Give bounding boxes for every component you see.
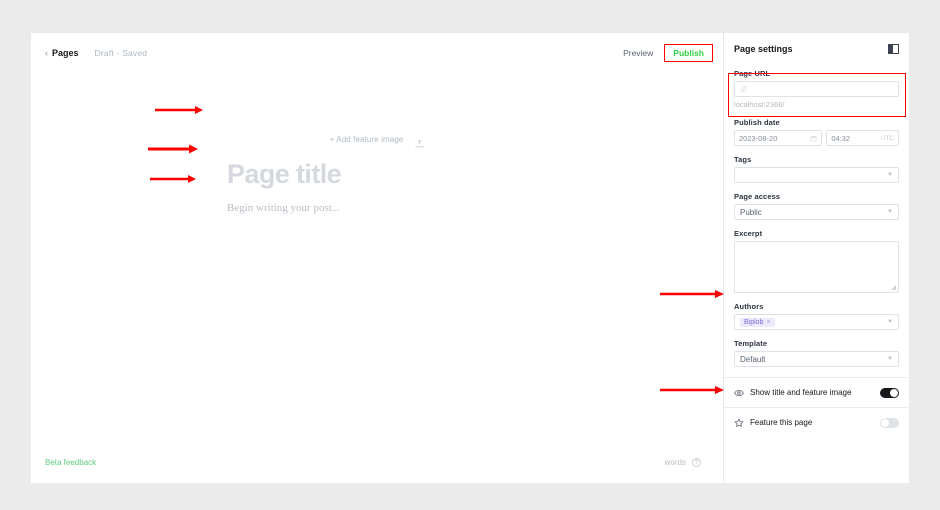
remove-x-icon[interactable]: × — [766, 319, 770, 326]
preview-button[interactable]: Preview — [618, 45, 658, 61]
page-title-input[interactable]: Page title — [227, 161, 342, 188]
editor-pane: ‹ Pages Draft - Saved Preview Publish + … — [31, 33, 723, 483]
publish-time-input[interactable]: 04:32 UTC — [826, 130, 899, 146]
publish-date-value: 2023-08-20 — [739, 133, 778, 143]
app-window: ‹ Pages Draft - Saved Preview Publish + … — [31, 33, 909, 483]
eye-icon — [734, 388, 744, 398]
feature-page-toggle-row[interactable]: Feature this page — [724, 407, 909, 437]
feature-page-toggle-switch[interactable] — [880, 417, 899, 428]
publish-date-input[interactable]: 2023-08-20 — [734, 130, 823, 146]
editor-topbar: ‹ Pages Draft - Saved Preview Publish — [31, 33, 723, 73]
excerpt-section: Excerpt ◢ — [724, 220, 909, 293]
page-access-select[interactable]: Public ▼ — [734, 204, 899, 220]
sidebar-panel-icon[interactable] — [888, 43, 899, 54]
feature-image-row[interactable]: + Add feature image — [31, 135, 723, 148]
link-icon — [740, 85, 748, 93]
publish-date-row: 2023-08-20 04:32 UTC — [734, 130, 899, 146]
excerpt-textarea[interactable]: ◢ — [734, 241, 899, 293]
tags-select[interactable]: ▼ — [734, 167, 899, 183]
page-url-label: Page URL — [734, 69, 771, 78]
page-access-label: Page access — [734, 192, 781, 201]
calendar-icon[interactable] — [810, 135, 817, 142]
tags-section: Tags ▼ — [724, 146, 909, 183]
page-access-section: Page access Public ▼ — [724, 183, 909, 220]
chevron-down-icon: ▼ — [887, 356, 893, 362]
sidebar-header: Page settings — [724, 33, 909, 64]
add-feature-image-label[interactable]: + Add feature image — [330, 135, 404, 144]
chevron-down-icon: ▼ — [887, 172, 893, 178]
timezone-label: UTC — [880, 134, 894, 142]
word-count: words ? — [665, 458, 701, 467]
author-chip-name: Biplob — [744, 318, 764, 326]
post-body-input[interactable]: Begin writing your post... — [227, 202, 341, 214]
chevron-down-icon: ▼ — [887, 319, 893, 325]
editor-footer: Beta feedback words ? — [31, 449, 723, 483]
star-icon — [734, 417, 744, 428]
word-count-label: words — [664, 458, 686, 467]
show-title-toggle-label: Show title and feature image — [750, 388, 852, 397]
template-label: Template — [734, 339, 768, 348]
page-url-section: Page URL localhost:2368/ — [724, 64, 909, 109]
draft-status-label: Draft - Saved — [94, 48, 148, 58]
page-url-hint: localhost:2368/ — [734, 100, 785, 109]
feature-page-toggle-label: Feature this page — [750, 418, 813, 427]
upload-image-icon[interactable] — [415, 135, 424, 148]
publish-date-section: Publish date 2023-08-20 04:32 UTC — [724, 109, 909, 146]
template-section: Template Default ▼ — [724, 330, 909, 367]
switch-knob — [890, 388, 898, 397]
authors-label: Authors — [734, 302, 764, 311]
sidebar-title: Page settings — [734, 43, 793, 54]
page-url-input[interactable] — [734, 81, 899, 97]
template-select[interactable]: Default ▼ — [734, 351, 899, 367]
switch-knob — [881, 418, 889, 427]
page-settings-sidebar: Page settings Page URL localhost:2368/ P… — [723, 33, 909, 483]
show-title-toggle-switch[interactable] — [880, 387, 899, 398]
chevron-down-icon: ▼ — [887, 209, 893, 215]
excerpt-label: Excerpt — [734, 229, 763, 238]
authors-section: Authors Biplob × ▼ — [724, 293, 909, 330]
author-chip[interactable]: Biplob × — [740, 317, 775, 327]
publish-date-label: Publish date — [734, 118, 780, 127]
publish-button[interactable]: Publish — [668, 46, 709, 60]
tags-label: Tags — [734, 155, 752, 164]
show-title-toggle-row[interactable]: Show title and feature image — [724, 377, 909, 407]
page-access-value: Public — [740, 207, 762, 217]
question-mark-icon[interactable]: ? — [692, 458, 701, 467]
back-to-pages-label: Pages — [52, 48, 79, 58]
publish-button-highlight: Publish — [664, 44, 713, 62]
beta-feedback-link[interactable]: Beta feedback — [45, 458, 96, 467]
editor-actions: Preview Publish — [618, 44, 713, 62]
template-value: Default — [740, 354, 766, 364]
chevron-left-icon: ‹ — [45, 48, 48, 58]
authors-select[interactable]: Biplob × ▼ — [734, 314, 899, 330]
publish-time-value: 04:32 — [831, 133, 851, 143]
document-body: Page title Begin writing your post... — [227, 161, 342, 215]
resize-grip-icon[interactable]: ◢ — [891, 284, 896, 291]
back-to-pages-link[interactable]: ‹ Pages — [45, 48, 79, 58]
